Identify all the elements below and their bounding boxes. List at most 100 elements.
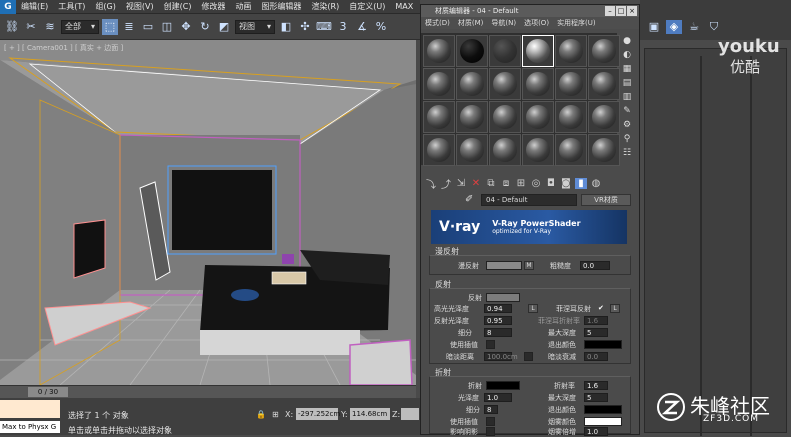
fog-color-swatch[interactable]: [584, 417, 622, 426]
sample-slot[interactable]: [588, 134, 620, 166]
reference-coord-dropdown[interactable]: 视图 ▾: [235, 19, 275, 34]
menu-rendering[interactable]: 渲染(R): [306, 1, 344, 12]
sample-slot[interactable]: [489, 35, 521, 67]
camera-viewport[interactable]: [ + ] [ Camera001 ] [ 真实 + 边面 ]: [0, 40, 416, 385]
rectangular-selection-icon[interactable]: ▭: [140, 19, 156, 35]
select-manipulate-icon[interactable]: ✣: [297, 19, 313, 35]
angle-snap-icon[interactable]: ∡: [354, 19, 370, 35]
sample-slot[interactable]: [423, 35, 455, 67]
sample-slot[interactable]: [555, 35, 587, 67]
select-by-name-icon[interactable]: ≣: [121, 19, 137, 35]
selection-filter-dropdown[interactable]: 全部 ▾: [61, 19, 99, 34]
sample-slot[interactable]: [489, 134, 521, 166]
sample-slot[interactable]: [555, 101, 587, 133]
menu-views[interactable]: 视图(V): [121, 1, 159, 12]
scale-icon[interactable]: ◩: [216, 19, 232, 35]
bind-spacewarp-icon[interactable]: ≋: [42, 19, 58, 35]
sample-slot[interactable]: [588, 101, 620, 133]
menu-create[interactable]: 创建(C): [159, 1, 197, 12]
put-to-scene-icon[interactable]: ⤴: [440, 176, 452, 191]
move-icon[interactable]: ✥: [178, 19, 194, 35]
show-shaded-icon[interactable]: ◘: [545, 178, 557, 189]
fresnel-lock-button[interactable]: L: [610, 304, 620, 313]
sample-uv-tiling-icon[interactable]: ▤: [621, 77, 633, 89]
dim-distance-field[interactable]: 100.0cm: [484, 352, 518, 361]
viewport-label[interactable]: [ + ] [ Camera001 ] [ 真实 + 边面 ]: [4, 43, 123, 53]
sample-slot[interactable]: [522, 101, 554, 133]
get-material-icon[interactable]: ⤵: [425, 176, 437, 191]
make-preview-icon[interactable]: ✎: [621, 105, 633, 117]
menu-customize[interactable]: 自定义(U): [344, 1, 390, 12]
sample-slot[interactable]: [522, 68, 554, 100]
refract-gloss-field[interactable]: 1.0: [484, 393, 512, 402]
me-menu-modes[interactable]: 模式(D): [421, 18, 454, 28]
sample-slot[interactable]: [423, 134, 455, 166]
menu-animation[interactable]: 动画: [230, 1, 256, 12]
z-coord-field[interactable]: [401, 408, 419, 420]
material-type-button[interactable]: VR材质: [581, 194, 631, 206]
sample-slot[interactable]: [423, 101, 455, 133]
fresnel-ior-field[interactable]: 1.6: [584, 316, 608, 325]
pick-material-icon[interactable]: ✐: [465, 194, 473, 205]
render-production-icon[interactable]: ☕: [686, 20, 702, 34]
background-icon[interactable]: ▦: [621, 63, 633, 75]
x-coord-field[interactable]: -297.252cm: [296, 408, 340, 420]
refract-use-interp-checkbox[interactable]: [486, 417, 495, 426]
go-forward-sibling-icon[interactable]: ◍: [590, 178, 602, 189]
refract-color-swatch[interactable]: [486, 381, 520, 390]
minimize-icon[interactable]: –: [605, 6, 615, 16]
close-icon[interactable]: ×: [627, 6, 637, 16]
time-slider-bar[interactable]: 0 / 30: [0, 385, 416, 398]
refract-max-depth-field[interactable]: 5: [584, 393, 608, 402]
hilight-gloss-field[interactable]: 0.94: [484, 304, 512, 313]
sample-slot[interactable]: [423, 68, 455, 100]
sample-slot[interactable]: [555, 134, 587, 166]
select-object-icon[interactable]: ⬚: [102, 18, 118, 35]
refl-exit-color-swatch[interactable]: [584, 340, 622, 349]
unlink-icon[interactable]: ✂: [23, 19, 39, 35]
menu-edit[interactable]: 编辑(E): [16, 1, 53, 12]
transform-mode-icon[interactable]: ⊞: [272, 410, 279, 419]
render-iterative-icon[interactable]: ⛉: [706, 20, 722, 34]
reflect-color-swatch[interactable]: [486, 293, 520, 302]
maxscript-listener-box[interactable]: [0, 400, 60, 418]
sample-type-icon[interactable]: ●: [621, 35, 633, 47]
sample-slot[interactable]: [456, 68, 488, 100]
refract-subdivs-field[interactable]: 8: [484, 405, 498, 414]
assign-to-selection-icon[interactable]: ⇲: [455, 178, 467, 189]
refl-max-depth-field[interactable]: 5: [584, 328, 608, 337]
me-menu-material[interactable]: 材质(M): [454, 18, 488, 28]
fresnel-checkbox[interactable]: ✔: [598, 304, 604, 312]
menu-modifiers[interactable]: 修改器: [196, 1, 230, 12]
material-id-icon[interactable]: ◎: [530, 178, 542, 189]
put-to-library-icon[interactable]: ⊞: [515, 178, 527, 189]
y-coord-field[interactable]: 114.68cm: [350, 408, 390, 420]
dim-falloff-field[interactable]: 0.0: [584, 352, 608, 361]
link-icon[interactable]: ⛓: [4, 19, 20, 35]
hilight-lock-button[interactable]: L: [528, 304, 538, 313]
backlight-icon[interactable]: ◐: [621, 49, 633, 61]
menu-group[interactable]: 组(G): [90, 1, 120, 12]
material-name-field[interactable]: 04 - Default: [481, 194, 577, 206]
roughness-field[interactable]: 0.0: [580, 261, 610, 270]
sample-slot[interactable]: [489, 101, 521, 133]
snaps-toggle-icon[interactable]: 3: [335, 19, 351, 35]
sample-slot[interactable]: [588, 68, 620, 100]
reset-map-icon[interactable]: ✕: [470, 178, 482, 189]
diffuse-map-button[interactable]: M: [524, 261, 534, 270]
time-slider[interactable]: 0 / 30: [28, 387, 68, 397]
menu-tools[interactable]: 工具(T): [53, 1, 90, 12]
window-crossing-icon[interactable]: ◫: [159, 19, 175, 35]
options-icon[interactable]: ⚙: [621, 119, 633, 131]
maximize-icon[interactable]: □: [616, 6, 626, 16]
sample-slot-active[interactable]: [522, 35, 554, 67]
refl-gloss-field[interactable]: 0.95: [484, 316, 512, 325]
show-end-result-icon[interactable]: ◙: [560, 178, 572, 189]
menu-maxscript[interactable]: MAX: [390, 2, 418, 11]
sample-slot[interactable]: [588, 35, 620, 67]
keyboard-shortcut-icon[interactable]: ⌨: [316, 19, 332, 35]
sample-slot[interactable]: [555, 68, 587, 100]
app-logo-icon[interactable]: G: [0, 0, 16, 14]
make-unique-icon[interactable]: ⧈: [500, 178, 512, 189]
sample-slot[interactable]: [456, 35, 488, 67]
